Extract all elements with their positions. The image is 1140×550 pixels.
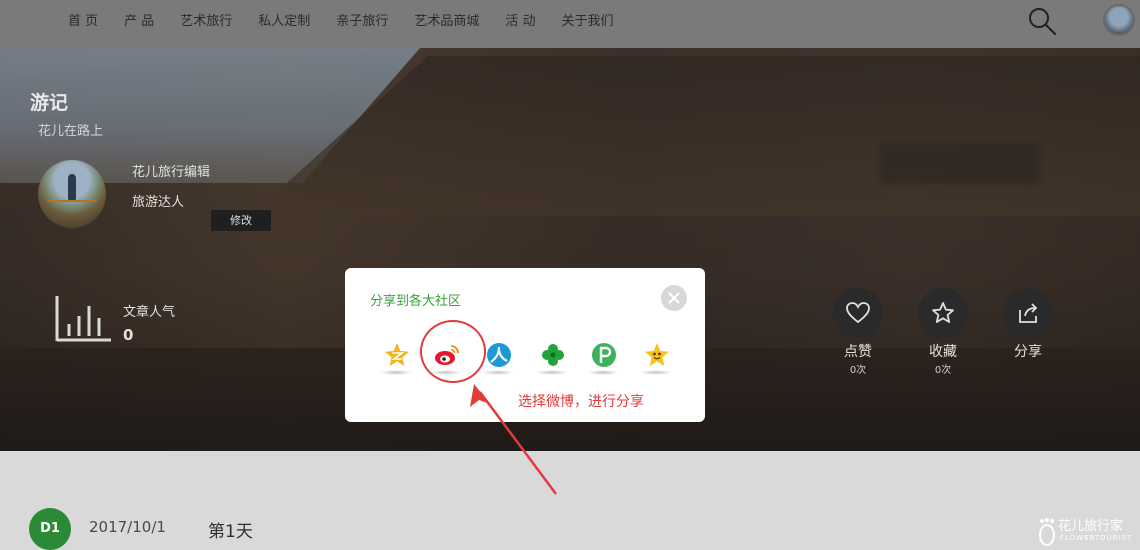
like-button[interactable]: 点赞 0次 bbox=[832, 288, 884, 376]
day-label: 第1天 bbox=[208, 522, 253, 542]
favorite-button[interactable]: 收藏 0次 bbox=[917, 288, 969, 376]
share-icon bbox=[1019, 303, 1038, 323]
annotation-text: 选择微博，进行分享 bbox=[518, 394, 644, 410]
user-avatar[interactable] bbox=[1103, 4, 1135, 36]
share-label: 分享 bbox=[1014, 344, 1042, 360]
popularity-label: 文章人气 bbox=[123, 305, 176, 320]
share-button[interactable]: 分享 bbox=[1002, 288, 1054, 361]
star-icon bbox=[932, 302, 954, 323]
qq-star-icon bbox=[645, 343, 669, 366]
favorite-label: 收藏 bbox=[929, 344, 957, 360]
top-nav-bar: 首 页 产 品 艺术旅行 私人定制 亲子旅行 艺术品商城 活 动 关于我们 bbox=[0, 0, 1140, 48]
share-modal-title: 分享到各大社区 bbox=[370, 294, 462, 309]
nav-family-travel[interactable]: 亲子旅行 bbox=[336, 10, 388, 29]
favorite-count: 0次 bbox=[934, 365, 952, 376]
share-pengyou-shadow bbox=[587, 370, 619, 375]
highlight-circle bbox=[420, 320, 486, 383]
edit-button[interactable]: 修改 bbox=[211, 210, 271, 231]
author-avatar[interactable] bbox=[38, 160, 106, 228]
share-pengyou-button[interactable] bbox=[585, 340, 621, 376]
share-qzone-shadow bbox=[380, 370, 412, 375]
nav-art-travel[interactable]: 艺术旅行 bbox=[180, 10, 232, 29]
share-kaixin-shadow bbox=[536, 370, 568, 375]
nav-private-custom[interactable]: 私人定制 bbox=[258, 10, 310, 29]
nav-art-mall[interactable]: 艺术品商城 bbox=[414, 10, 479, 29]
search-icon[interactable] bbox=[1027, 6, 1057, 36]
bar-chart-icon bbox=[55, 296, 111, 342]
author-level: 旅游达人 bbox=[132, 195, 185, 210]
popularity-value: 0 bbox=[123, 326, 134, 344]
share-kaixin-button[interactable] bbox=[534, 340, 570, 376]
nav-products[interactable]: 产 品 bbox=[124, 10, 154, 29]
hero-background-sign bbox=[880, 143, 1040, 183]
nav-events[interactable]: 活 动 bbox=[505, 10, 535, 29]
pengyou-icon bbox=[592, 343, 616, 367]
page-subtitle: 花儿在路上 bbox=[38, 124, 104, 139]
day-date: 2017/10/1 bbox=[89, 518, 166, 536]
main-nav: 首 页 产 品 艺术旅行 私人定制 亲子旅行 艺术品商城 活 动 关于我们 bbox=[55, 0, 627, 38]
favorite-circle bbox=[918, 288, 968, 338]
qzone-icon bbox=[385, 343, 409, 366]
share-qzone-button[interactable] bbox=[378, 340, 414, 376]
watermark-text: 花儿旅行家 bbox=[1058, 519, 1124, 534]
share-qq-shadow bbox=[640, 370, 672, 375]
page-title: 游记 bbox=[30, 92, 69, 114]
heart-icon bbox=[846, 302, 870, 324]
share-qq-button[interactable] bbox=[638, 340, 674, 376]
like-circle bbox=[833, 288, 883, 338]
footprint-icon bbox=[1039, 518, 1055, 546]
watermark-logo: 花儿旅行家 FLOWERTOURIST bbox=[1036, 515, 1140, 550]
like-label: 点赞 bbox=[844, 344, 872, 360]
nav-home[interactable]: 首 页 bbox=[68, 10, 98, 29]
like-count: 0次 bbox=[849, 365, 867, 376]
avatar-bicycle-figure bbox=[48, 200, 96, 216]
day-badge: D1 bbox=[29, 508, 71, 550]
watermark-subtext: FLOWERTOURIST bbox=[1060, 534, 1133, 542]
close-icon bbox=[668, 292, 680, 304]
clover-icon bbox=[542, 344, 564, 366]
renren-icon bbox=[487, 343, 511, 367]
share-renren-shadow bbox=[482, 370, 514, 375]
avatar-person-figure bbox=[68, 174, 76, 202]
close-button[interactable] bbox=[661, 285, 687, 311]
author-name: 花儿旅行编辑 bbox=[132, 165, 211, 180]
share-circle bbox=[1003, 288, 1053, 338]
nav-about[interactable]: 关于我们 bbox=[561, 10, 613, 29]
